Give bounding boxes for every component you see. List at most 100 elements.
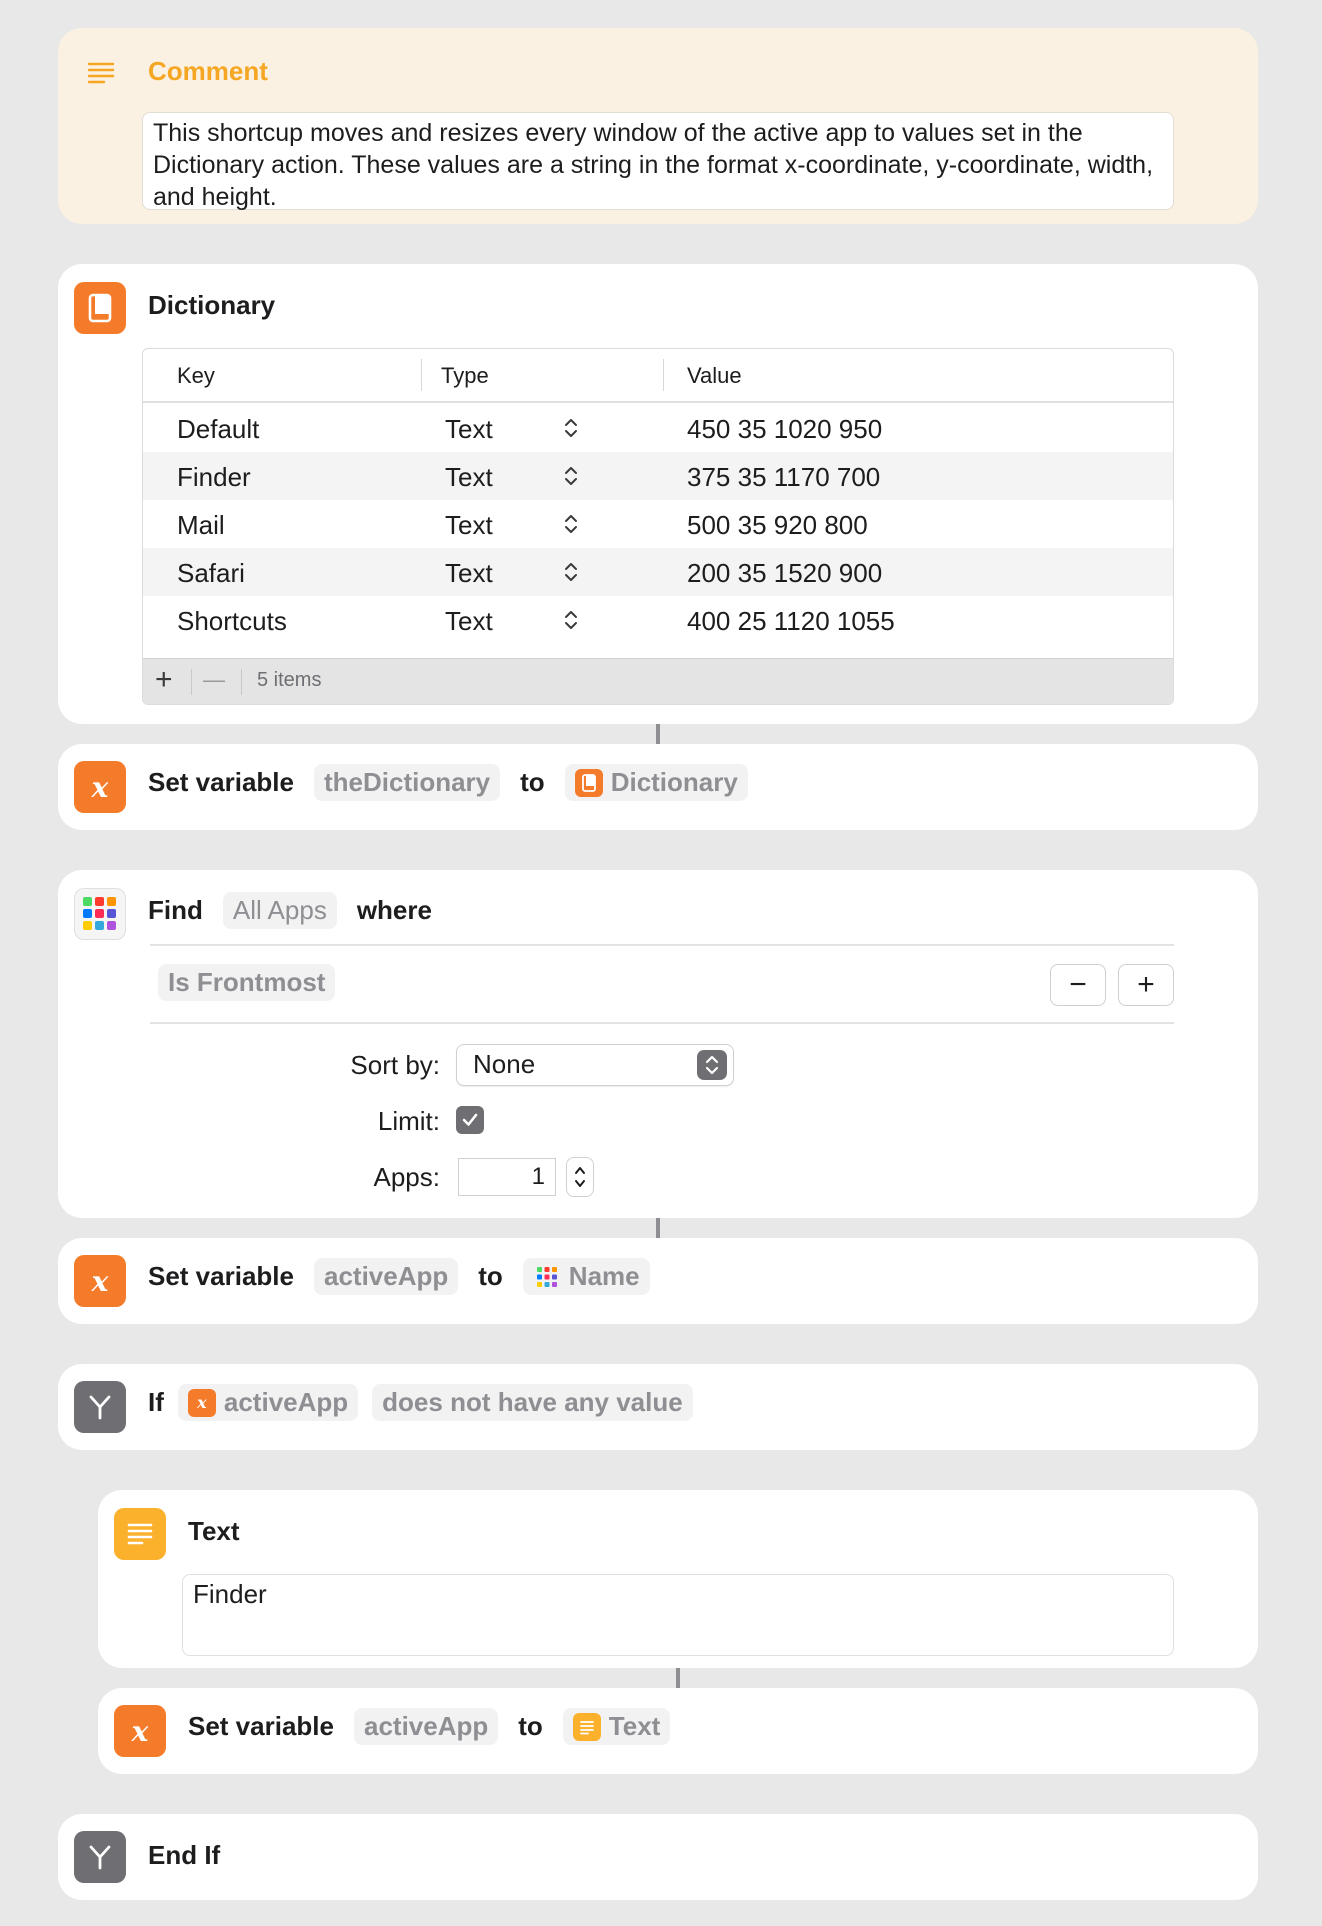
remove-filter-button[interactable]: − xyxy=(1050,964,1106,1006)
variable-value: Dictionary xyxy=(610,767,738,797)
dictionary-action[interactable]: Dictionary Key Type Value Default Text 4… xyxy=(58,264,1258,724)
variable-value-pill[interactable]: Dictionary xyxy=(564,764,748,801)
if-variable: activeApp xyxy=(223,1387,349,1417)
book-icon xyxy=(574,768,603,797)
limit-checkbox[interactable] xyxy=(456,1106,484,1134)
if-condition-pill[interactable]: does not have any value xyxy=(372,1384,693,1421)
row-key[interactable]: Shortcuts xyxy=(177,606,287,637)
to-label: to xyxy=(520,767,545,797)
row-key[interactable]: Safari xyxy=(177,558,245,589)
table-footer: + — 5 items xyxy=(143,658,1173,704)
row-value[interactable]: 375 35 1170 700 xyxy=(687,462,880,493)
branch-icon xyxy=(74,1831,126,1883)
sort-by-label: Sort by: xyxy=(350,1050,440,1080)
if-variable-pill[interactable]: x activeApp xyxy=(177,1384,359,1421)
to-label: to xyxy=(518,1711,543,1741)
item-count: 5 items xyxy=(257,669,322,691)
limit-label: Limit: xyxy=(377,1106,440,1136)
table-row[interactable]: Safari Text 200 35 1520 900 xyxy=(143,548,1173,596)
app-grid-icon xyxy=(533,1263,561,1291)
header-value: Value xyxy=(687,363,742,388)
chevron-updown-icon[interactable] xyxy=(563,608,579,639)
variable-x-icon: x xyxy=(74,761,126,813)
sort-by-select[interactable]: None xyxy=(456,1044,734,1086)
variable-name: activeApp xyxy=(363,1711,489,1741)
comment-action[interactable]: Comment This shortcup moves and resizes … xyxy=(58,28,1258,224)
text-action[interactable]: Text Finder xyxy=(98,1490,1258,1668)
connector-line xyxy=(656,724,660,744)
where-label: where xyxy=(356,895,432,925)
variable-x-icon: x xyxy=(114,1705,166,1757)
add-filter-button[interactable]: + xyxy=(1118,964,1174,1006)
branch-icon xyxy=(74,1381,126,1433)
table-header: Key Type Value xyxy=(143,349,1173,403)
variable-value-pill[interactable]: Text xyxy=(562,1708,671,1745)
variable-name: theDictionary xyxy=(323,767,491,797)
dictionary-title: Dictionary xyxy=(148,290,276,320)
table-row[interactable]: Mail Text 500 35 920 800 xyxy=(143,500,1173,548)
variable-name-pill[interactable]: activeApp xyxy=(313,1258,459,1295)
row-key[interactable]: Mail xyxy=(177,510,225,541)
row-key[interactable]: Default xyxy=(177,414,259,445)
chevron-updown-icon[interactable] xyxy=(563,464,579,495)
set-variable-label: Set variable xyxy=(148,767,294,797)
row-type[interactable]: Text xyxy=(445,558,493,589)
variable-x-icon: x xyxy=(187,1388,216,1417)
end-if-action[interactable]: End If xyxy=(58,1814,1258,1900)
row-value[interactable]: 500 35 920 800 xyxy=(687,510,868,541)
dictionary-table: Key Type Value Default Text 450 35 1020 … xyxy=(142,348,1174,705)
set-variable-label: Set variable xyxy=(148,1261,294,1291)
set-variable-label: Set variable xyxy=(188,1711,334,1741)
table-row[interactable]: Finder Text 375 35 1170 700 xyxy=(143,452,1173,500)
remove-row-button[interactable]: — xyxy=(203,667,225,693)
filter-condition-pill[interactable]: Is Frontmost xyxy=(158,964,336,1001)
app-grid-icon xyxy=(74,888,126,940)
connector-line xyxy=(656,1218,660,1238)
table-row[interactable]: Shortcuts Text 400 25 1120 1055 xyxy=(143,596,1173,644)
variable-value: Text xyxy=(608,1711,661,1741)
if-action[interactable]: If x activeApp does not have any value xyxy=(58,1364,1258,1450)
variable-value-pill[interactable]: Name xyxy=(522,1258,650,1295)
header-key: Key xyxy=(177,363,215,388)
set-variable-action[interactable]: x Set variable theDictionary to Dictiona… xyxy=(58,744,1258,830)
row-type[interactable]: Text xyxy=(445,510,493,541)
chevron-updown-icon[interactable] xyxy=(563,416,579,447)
apps-count-field[interactable]: 1 xyxy=(458,1158,556,1196)
header-type: Type xyxy=(441,363,489,388)
variable-name-pill[interactable]: activeApp xyxy=(353,1708,499,1745)
comment-text-field[interactable]: This shortcup moves and resizes every wi… xyxy=(142,112,1174,211)
end-if-label: End If xyxy=(148,1840,221,1870)
add-row-button[interactable]: + xyxy=(155,663,173,697)
text-action-field[interactable]: Finder xyxy=(182,1574,1174,1656)
to-label: to xyxy=(478,1261,503,1291)
table-row[interactable]: Default Text 450 35 1020 950 xyxy=(143,404,1173,452)
find-target-pill[interactable]: All Apps xyxy=(222,892,337,929)
variable-name: activeApp xyxy=(323,1261,449,1291)
set-variable-action[interactable]: x Set variable activeApp to Text xyxy=(98,1688,1258,1774)
apps-label: Apps: xyxy=(373,1162,441,1192)
text-lines-icon xyxy=(572,1712,601,1741)
set-variable-action[interactable]: x Set variable activeApp to Name xyxy=(58,1238,1258,1324)
connector-line xyxy=(676,1668,680,1688)
variable-value: Name xyxy=(568,1261,640,1291)
chevron-updown-icon[interactable] xyxy=(563,512,579,543)
comment-title: Comment xyxy=(148,56,268,86)
row-type[interactable]: Text xyxy=(445,414,493,445)
text-action-title: Text xyxy=(188,1516,240,1546)
variable-name-pill[interactable]: theDictionary xyxy=(313,764,501,801)
apps-stepper[interactable] xyxy=(566,1157,594,1197)
find-label: Find xyxy=(148,895,203,925)
if-condition: does not have any value xyxy=(382,1387,683,1417)
row-value[interactable]: 400 25 1120 1055 xyxy=(687,606,895,637)
row-value[interactable]: 450 35 1020 950 xyxy=(687,414,882,445)
row-type[interactable]: Text xyxy=(445,462,493,493)
text-lines-icon xyxy=(86,58,116,93)
find-apps-action[interactable]: Find All Apps where Is Frontmost − + Sor… xyxy=(58,870,1258,1218)
row-key[interactable]: Finder xyxy=(177,462,251,493)
text-lines-icon xyxy=(114,1508,166,1560)
row-type[interactable]: Text xyxy=(445,606,493,637)
chevron-updown-icon[interactable] xyxy=(563,560,579,591)
variable-x-icon: x xyxy=(74,1255,126,1307)
chevron-updown-icon xyxy=(697,1050,727,1080)
row-value[interactable]: 200 35 1520 900 xyxy=(687,558,882,589)
